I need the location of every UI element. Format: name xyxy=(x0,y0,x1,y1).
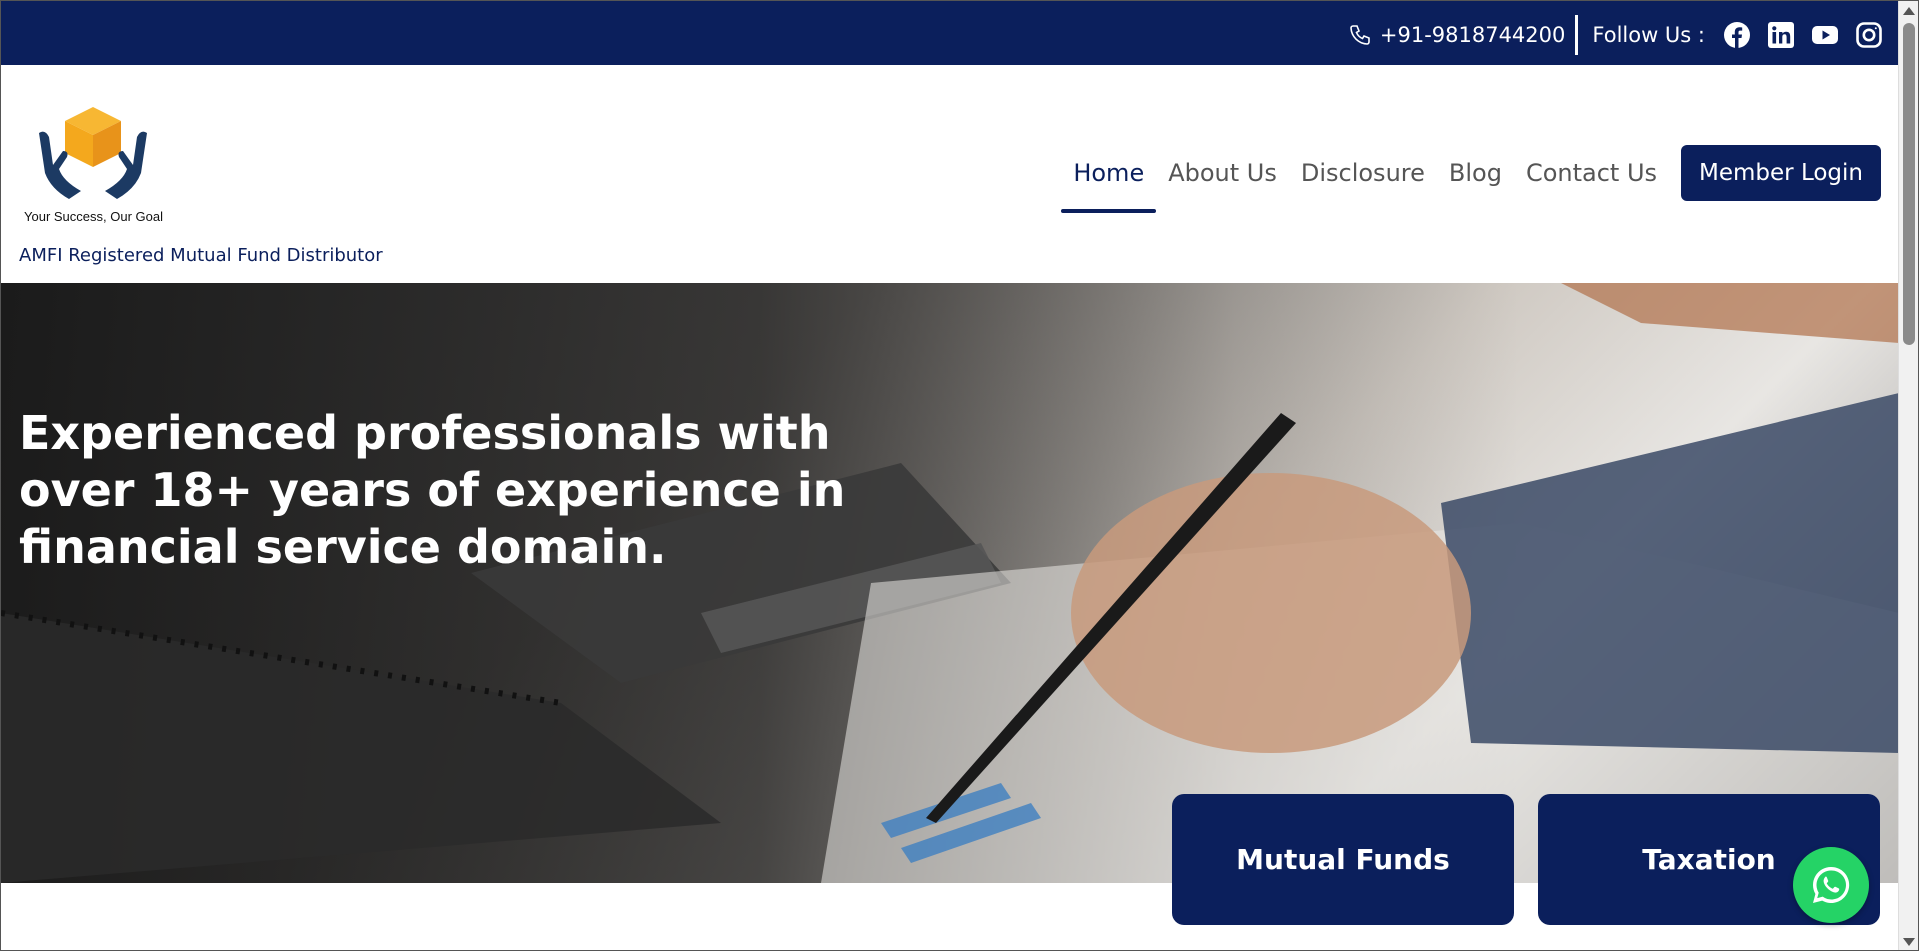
phone-link[interactable]: +91-9818744200 xyxy=(1348,23,1566,47)
divider xyxy=(1575,15,1579,55)
facebook-icon[interactable] xyxy=(1723,21,1751,49)
nav-disclosure[interactable]: Disclosure xyxy=(1289,145,1437,201)
scrollbar-thumb[interactable] xyxy=(1903,23,1915,345)
linkedin-icon[interactable] xyxy=(1767,21,1795,49)
instagram-icon[interactable] xyxy=(1855,21,1883,49)
main-nav: Home About Us Disclosure Blog Contact Us… xyxy=(1061,145,1881,213)
vertical-scrollbar[interactable] xyxy=(1898,1,1918,950)
nav-home[interactable]: Home xyxy=(1061,145,1157,213)
nav-blog[interactable]: Blog xyxy=(1437,145,1514,201)
nav-contact-us[interactable]: Contact Us xyxy=(1514,145,1669,201)
top-bar: +91-9818744200 Follow Us : xyxy=(1,1,1899,65)
site-header: Your Success, Our Goal AMFI Registered M… xyxy=(1,65,1899,283)
social-links xyxy=(1723,21,1883,49)
phone-icon xyxy=(1350,25,1370,45)
youtube-icon[interactable] xyxy=(1811,21,1839,49)
hero-background-image xyxy=(1,283,1899,883)
hero-banner: Experienced professionals with over 18+ … xyxy=(1,283,1899,883)
scroll-up-arrow-icon[interactable] xyxy=(1903,7,1915,15)
logo-tagline: Your Success, Our Goal xyxy=(24,209,163,224)
phone-number: +91-9818744200 xyxy=(1379,23,1566,47)
follow-label: Follow Us : xyxy=(1592,23,1705,47)
whatsapp-icon xyxy=(1812,866,1850,903)
page: +91-9818744200 Follow Us : Your Success,… xyxy=(0,0,1919,951)
service-card-mutual-funds[interactable]: Mutual Funds xyxy=(1172,794,1514,925)
member-login-button[interactable]: Member Login xyxy=(1681,145,1881,201)
logo[interactable] xyxy=(23,85,163,225)
amfi-subtitle: AMFI Registered Mutual Fund Distributor xyxy=(19,245,383,266)
scroll-down-arrow-icon[interactable] xyxy=(1903,938,1915,946)
hero-title: Experienced professionals with over 18+ … xyxy=(19,406,846,574)
logo-hands-box-icon xyxy=(39,107,147,199)
whatsapp-chat-button[interactable] xyxy=(1793,847,1869,923)
nav-about-us[interactable]: About Us xyxy=(1156,145,1289,201)
contact-bar: +91-9818744200 Follow Us : xyxy=(1348,15,1883,55)
